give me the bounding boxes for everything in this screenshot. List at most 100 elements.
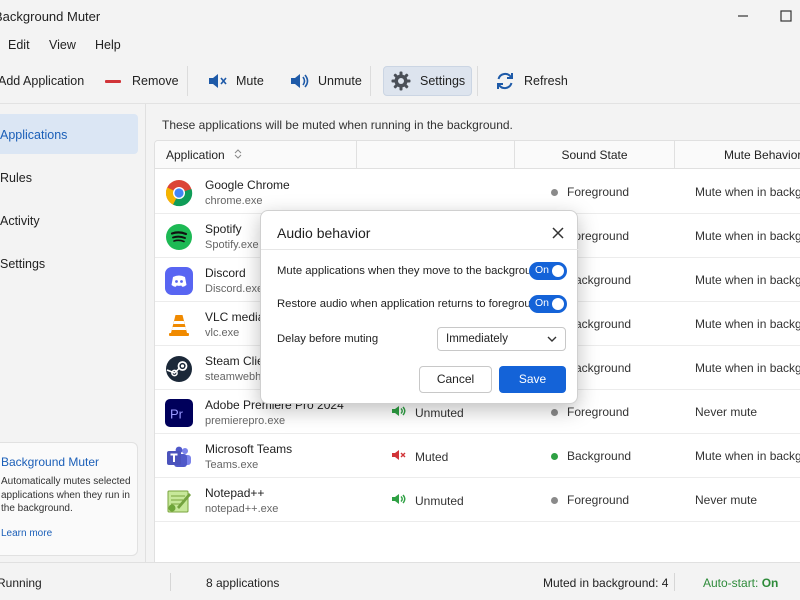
- app-name: Microsoft Teams: [205, 442, 293, 456]
- mute-on-background-toggle[interactable]: On: [529, 262, 567, 280]
- sidebar: Applications Rules Activity Settings Bac…: [0, 104, 146, 562]
- table-row[interactable]: Google Chrome chrome.exe Foreground Mute wh…: [155, 170, 800, 214]
- learn-more-link[interactable]: Learn more: [1, 528, 137, 539]
- cancel-button[interactable]: Cancel: [419, 366, 492, 393]
- menu-edit[interactable]: Edit: [8, 38, 30, 52]
- audio-status: Unmuted: [391, 404, 464, 421]
- mute-behavior: Mute when in background: [695, 317, 800, 331]
- delay-value: Immediately: [446, 333, 508, 345]
- sidebar-item-label: Activity: [0, 214, 40, 228]
- column-audio: [357, 141, 515, 169]
- app-exe: vlc.exe: [205, 327, 240, 339]
- close-icon: [552, 227, 564, 239]
- mute-button[interactable]: Mute: [200, 66, 270, 96]
- state-indicator-dot: [551, 408, 558, 416]
- save-button[interactable]: Save: [499, 366, 566, 393]
- app-exe: Discord.exe: [205, 283, 264, 295]
- toggle-knob: [552, 265, 564, 277]
- mute-label: Mute: [236, 74, 264, 88]
- menu-bar: Edit View Help: [0, 34, 800, 58]
- sidebar-item-activity[interactable]: Activity: [0, 200, 138, 240]
- column-mute-behavior-label: Mute Behavior: [724, 148, 800, 162]
- window-title: Background Muter: [0, 9, 101, 24]
- table-row[interactable]: Microsoft Teams Teams.exe Muted Background M…: [155, 434, 800, 478]
- sound-state: Foreground: [551, 405, 629, 419]
- sidebar-item-label: Applications: [0, 128, 68, 142]
- mute-behavior: Mute when in background: [695, 449, 800, 463]
- mute-behavior: Mute when in background: [695, 185, 800, 199]
- restore-audio-label: Restore audio when application returns t…: [277, 298, 544, 310]
- column-application[interactable]: Application: [155, 141, 357, 169]
- toolbar-divider: [187, 66, 188, 96]
- audio-status-label: Muted: [415, 449, 449, 464]
- column-mute-behavior[interactable]: Mute Behavior: [675, 141, 800, 169]
- sound-state: Foreground: [551, 493, 629, 507]
- app-exe: premierepro.exe: [205, 415, 286, 427]
- teams-icon: [165, 443, 193, 471]
- chevron-down-icon: [547, 336, 557, 342]
- mute-behavior: Mute when in background: [695, 273, 800, 287]
- mute-behavior: Never mute: [695, 493, 758, 507]
- autostart-value: On: [761, 576, 779, 590]
- audio-behavior-dialog: Audio behavior Mute applications when th…: [260, 210, 579, 404]
- discord-icon: [165, 267, 193, 295]
- premiere-icon: Pr: [165, 399, 193, 427]
- speaker-icon: [391, 492, 407, 509]
- mute-behavior: Mute when in background: [695, 361, 800, 375]
- table-row[interactable]: Notepad++ notepad++.exe Unmuted Foreground N…: [155, 478, 800, 522]
- sidebar-item-rules[interactable]: Rules: [0, 157, 138, 197]
- mute-behavior: Mute when in background: [695, 229, 800, 243]
- mute-on-background-label: Mute applications when they move to the …: [277, 265, 544, 277]
- app-name: Discord: [205, 266, 246, 280]
- remove-button[interactable]: Remove: [96, 66, 185, 96]
- maximize-button[interactable]: [774, 6, 798, 28]
- steam-icon: [165, 355, 193, 383]
- restore-audio-toggle[interactable]: On: [529, 295, 567, 313]
- audio-status-label: Unmuted: [415, 405, 464, 420]
- column-application-label: Application: [166, 148, 225, 162]
- menu-view[interactable]: View: [49, 38, 76, 52]
- delay-select[interactable]: Immediately: [437, 327, 566, 351]
- app-name: Spotify: [205, 222, 242, 236]
- app-name: Notepad++: [205, 486, 265, 500]
- sidebar-item-label: Settings: [0, 257, 46, 271]
- app-exe: Teams.exe: [205, 459, 259, 471]
- close-button[interactable]: [547, 222, 569, 244]
- refresh-button[interactable]: Refresh: [488, 66, 574, 96]
- unmute-button[interactable]: Unmute: [282, 66, 368, 96]
- sort-icon: [234, 149, 242, 159]
- vlc-icon: [165, 311, 193, 339]
- notepadpp-icon: [165, 487, 193, 515]
- add-application-label: Add Application: [0, 74, 85, 88]
- app-exe: chrome.exe: [205, 195, 263, 207]
- add-application-button[interactable]: Add Application: [0, 66, 90, 96]
- dialog-divider: [261, 249, 579, 250]
- chrome-icon: [165, 179, 193, 207]
- menu-help[interactable]: Help: [95, 38, 121, 52]
- svg-text:Pr: Pr: [170, 407, 184, 422]
- sound-state: Foreground: [551, 185, 629, 199]
- audio-status-label: Unmuted: [415, 493, 464, 508]
- column-sound-state-label: Sound State: [561, 148, 628, 162]
- sidebar-item-settings[interactable]: Settings: [0, 243, 138, 283]
- app-exe: Spotify.exe: [205, 239, 259, 251]
- autostart-label: Auto-start:: [703, 576, 759, 590]
- sound-state-label: Foreground: [567, 185, 630, 199]
- sidebar-item-label: Rules: [0, 171, 32, 185]
- minimize-button[interactable]: [731, 6, 755, 28]
- speaker-muted-icon: [391, 448, 407, 465]
- app-name: Google Chrome: [205, 178, 290, 192]
- sound-state-label: Background: [567, 449, 632, 463]
- state-indicator-dot: [551, 452, 558, 460]
- about-title: Background Muter: [1, 455, 100, 469]
- sidebar-item-applications[interactable]: Applications: [0, 114, 138, 154]
- info-text: These applications will be muted when ru…: [162, 118, 513, 132]
- delay-label: Delay before muting: [277, 333, 379, 345]
- gear-icon: [390, 70, 412, 92]
- status-muted-count: Muted in background: 4: [543, 576, 669, 590]
- refresh-icon: [494, 70, 516, 92]
- app-exe: notepad++.exe: [205, 503, 279, 515]
- toolbar-divider: [477, 66, 478, 96]
- settings-button[interactable]: Settings: [383, 66, 473, 96]
- column-sound-state[interactable]: Sound State: [515, 141, 675, 169]
